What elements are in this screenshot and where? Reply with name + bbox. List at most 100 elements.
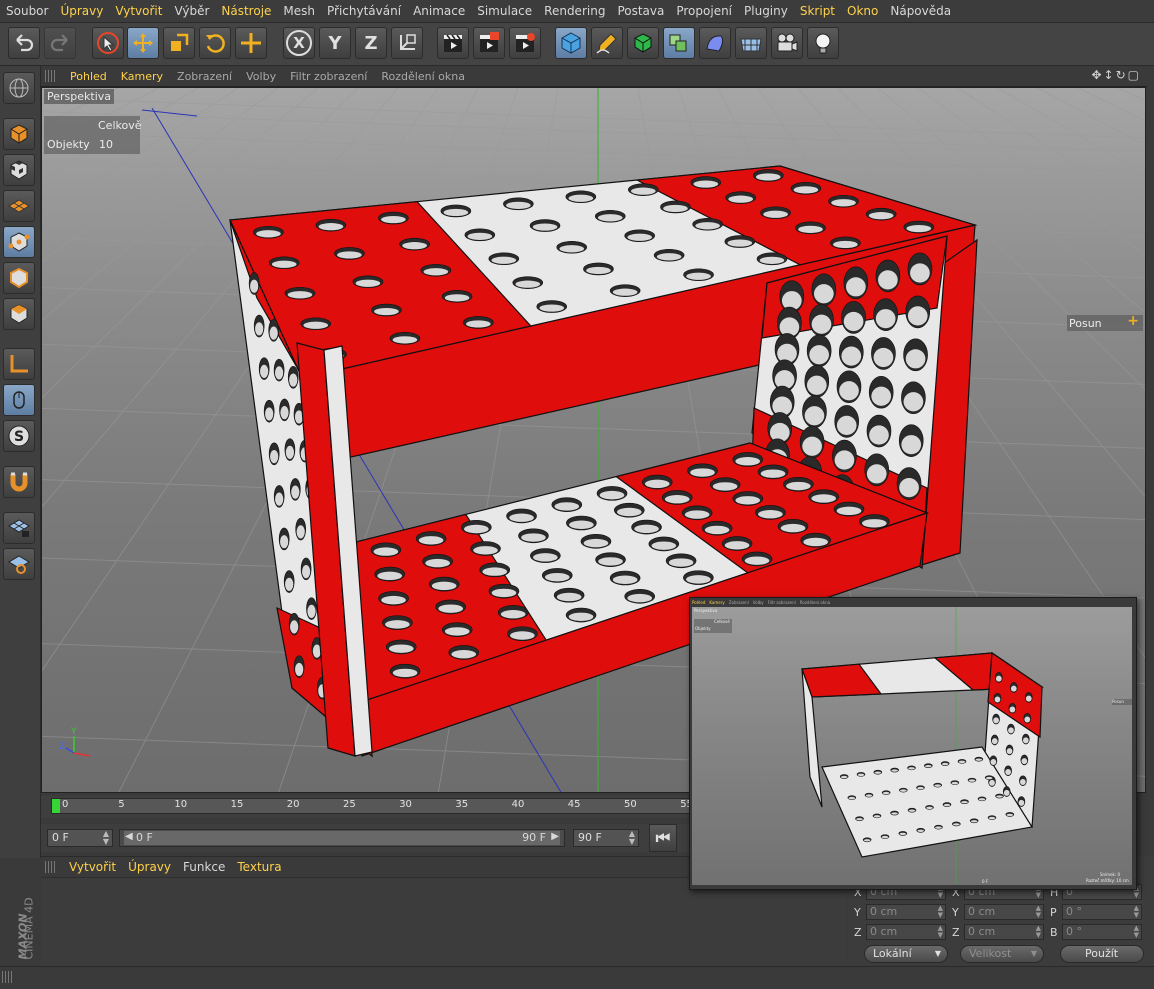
current-frame-marker[interactable] <box>52 799 60 813</box>
coordinate-value-field[interactable]: 0 ° ▲▼ <box>1062 904 1142 920</box>
rotate-tool-button[interactable] <box>199 27 231 59</box>
camera-name-label[interactable]: Perspektiva <box>44 89 115 104</box>
texture-mode-button[interactable] <box>3 154 35 186</box>
workplane-lock-button[interactable] <box>3 512 35 544</box>
end-frame-field[interactable]: 90 F ▲ ▼ <box>573 829 639 847</box>
coordinate-value-field[interactable]: 0 cm ▲▼ <box>964 904 1044 920</box>
coordinate-value-field[interactable]: 0 cm ▲▼ <box>866 904 946 920</box>
viewport-menu-item[interactable]: Pohled <box>63 70 114 83</box>
workplane-mode-button[interactable] <box>3 190 35 222</box>
menu-item[interactable]: Okno <box>841 4 884 18</box>
menu-item[interactable]: Simulace <box>471 4 538 18</box>
menu-item[interactable]: Animace <box>407 4 471 18</box>
menu-item[interactable]: Postava <box>611 4 670 18</box>
menu-item[interactable]: Vytvořit <box>109 4 168 18</box>
viewport-menu-item[interactable]: Filtr zobrazení <box>283 70 374 83</box>
menu-item[interactable]: Pluginy <box>738 4 794 18</box>
cube-object-button[interactable] <box>555 27 587 59</box>
light-object-button[interactable] <box>807 27 839 59</box>
viewport-menu-item[interactable]: Kamery <box>114 70 170 83</box>
render-settings-button[interactable] <box>509 27 541 59</box>
go-to-start-button[interactable]: ⏮ <box>649 824 677 852</box>
axis-x-button[interactable]: X <box>283 27 315 59</box>
current-frame-field[interactable]: 0 F ▲ ▼ <box>47 829 113 847</box>
subdivision-surface-button[interactable] <box>627 27 659 59</box>
hole-wall <box>908 809 916 812</box>
timeline-ruler[interactable]: 0 5 10 15 20 25 30 35 40 45 50 55 <box>51 798 731 814</box>
panel-grip-icon[interactable] <box>45 861 57 873</box>
range-slider[interactable]: ◀ 0 F 90 F ▶ <box>119 829 565 847</box>
menu-item[interactable]: Rendering <box>538 4 611 18</box>
polygons-mode-button[interactable] <box>3 298 35 330</box>
size-mode-dropdown[interactable]: Velikost ▼ <box>960 945 1044 963</box>
inset-hud-header: Celkově <box>714 619 730 624</box>
spinner-icon[interactable]: ▲▼ <box>629 830 635 846</box>
coordinate-mode-dropdown[interactable]: Lokální ▼ <box>864 945 948 963</box>
menu-item[interactable]: Propojení <box>670 4 738 18</box>
menu-item[interactable]: Skript <box>794 4 841 18</box>
floor-object-button[interactable] <box>735 27 767 59</box>
material-menu-item[interactable]: Úpravy <box>122 860 177 874</box>
dolly-icon[interactable]: ↕ <box>1104 68 1116 82</box>
viewport-menu-item[interactable]: Zobrazení <box>170 70 239 83</box>
undo-button[interactable] <box>8 27 40 59</box>
snap-button[interactable] <box>3 466 35 498</box>
material-menu-item[interactable]: Textura <box>231 860 287 874</box>
menu-item[interactable]: Výběr <box>168 4 215 18</box>
viewport-menu-item[interactable]: Volby <box>239 70 283 83</box>
viewport-menu-item[interactable]: Rozdělení okna <box>374 70 472 83</box>
spinner-icon[interactable]: ▲▼ <box>103 830 109 846</box>
move-tool-button[interactable] <box>127 27 159 59</box>
live-selection-button[interactable] <box>92 27 124 59</box>
edges-mode-button[interactable] <box>3 262 35 294</box>
solo-mode-button[interactable]: S <box>3 420 35 452</box>
axis-z-button[interactable]: Z <box>355 27 387 59</box>
spinner-icon[interactable]: ▲▼ <box>1036 925 1041 939</box>
menu-item[interactable]: Nápověda <box>884 4 957 18</box>
spinner-icon[interactable]: ▲▼ <box>938 925 943 939</box>
spline-pen-button[interactable] <box>591 27 623 59</box>
pan-icon[interactable]: ✥ <box>1091 68 1103 82</box>
menu-item[interactable]: Nástroje <box>215 4 277 18</box>
material-menu-item[interactable]: Funkce <box>177 860 231 874</box>
hole-wall <box>690 468 715 477</box>
rotate-view-icon[interactable]: ↻ <box>1116 68 1128 82</box>
transform-tool-button[interactable] <box>235 27 267 59</box>
model-mode-button[interactable] <box>3 118 35 150</box>
menu-item[interactable]: Mesh <box>277 4 321 18</box>
material-menu-item[interactable]: Vytvořit <box>63 860 122 874</box>
make-editable-button[interactable] <box>3 72 35 104</box>
axis-mode-button[interactable] <box>3 348 35 380</box>
workplane-align-button[interactable] <box>3 548 35 580</box>
apply-button[interactable]: Použít <box>1060 945 1144 963</box>
coordinate-value-field[interactable]: 0 cm ▲▼ <box>866 924 946 940</box>
spinner-icon[interactable]: ▲▼ <box>1134 925 1139 939</box>
menu-item[interactable]: Soubor <box>0 4 54 18</box>
range-right-arrow-icon[interactable]: ▶ <box>551 830 559 844</box>
array-object-button[interactable] <box>663 27 695 59</box>
coordinate-value-field[interactable]: 0 ° ▲▼ <box>1062 924 1142 940</box>
range-left-arrow-icon[interactable]: ◀ <box>125 830 133 844</box>
camera-object-button[interactable] <box>771 27 803 59</box>
axis-y-button[interactable]: Y <box>319 27 351 59</box>
tweak-mode-button[interactable] <box>3 384 35 416</box>
scale-tool-button[interactable] <box>163 27 195 59</box>
render-picture-viewer-button[interactable] <box>473 27 505 59</box>
deformer-button[interactable] <box>699 27 731 59</box>
redo-button[interactable] <box>44 27 76 59</box>
maximize-view-icon[interactable]: ▢ <box>1128 68 1141 82</box>
panel-grip-icon[interactable] <box>2 971 14 983</box>
panel-grip-icon[interactable] <box>45 70 57 82</box>
viewport-navigation[interactable]: ✥↕↻▢ <box>1091 68 1141 82</box>
hole-wall <box>373 547 399 556</box>
points-mode-button[interactable] <box>3 226 35 258</box>
menu-item[interactable]: Úpravy <box>54 4 109 18</box>
coordinate-value-field[interactable]: 0 cm ▲▼ <box>964 924 1044 940</box>
menu-item[interactable]: Přichytávání <box>321 4 407 18</box>
coordinate-system-button[interactable] <box>391 27 423 59</box>
render-view-button[interactable] <box>437 27 469 59</box>
spinner-icon[interactable]: ▲▼ <box>1036 905 1041 919</box>
spinner-icon[interactable]: ▲▼ <box>1134 905 1139 919</box>
spinner-icon[interactable]: ▲▼ <box>938 905 943 919</box>
move-tool-hud[interactable]: Posun + <box>1067 313 1143 331</box>
